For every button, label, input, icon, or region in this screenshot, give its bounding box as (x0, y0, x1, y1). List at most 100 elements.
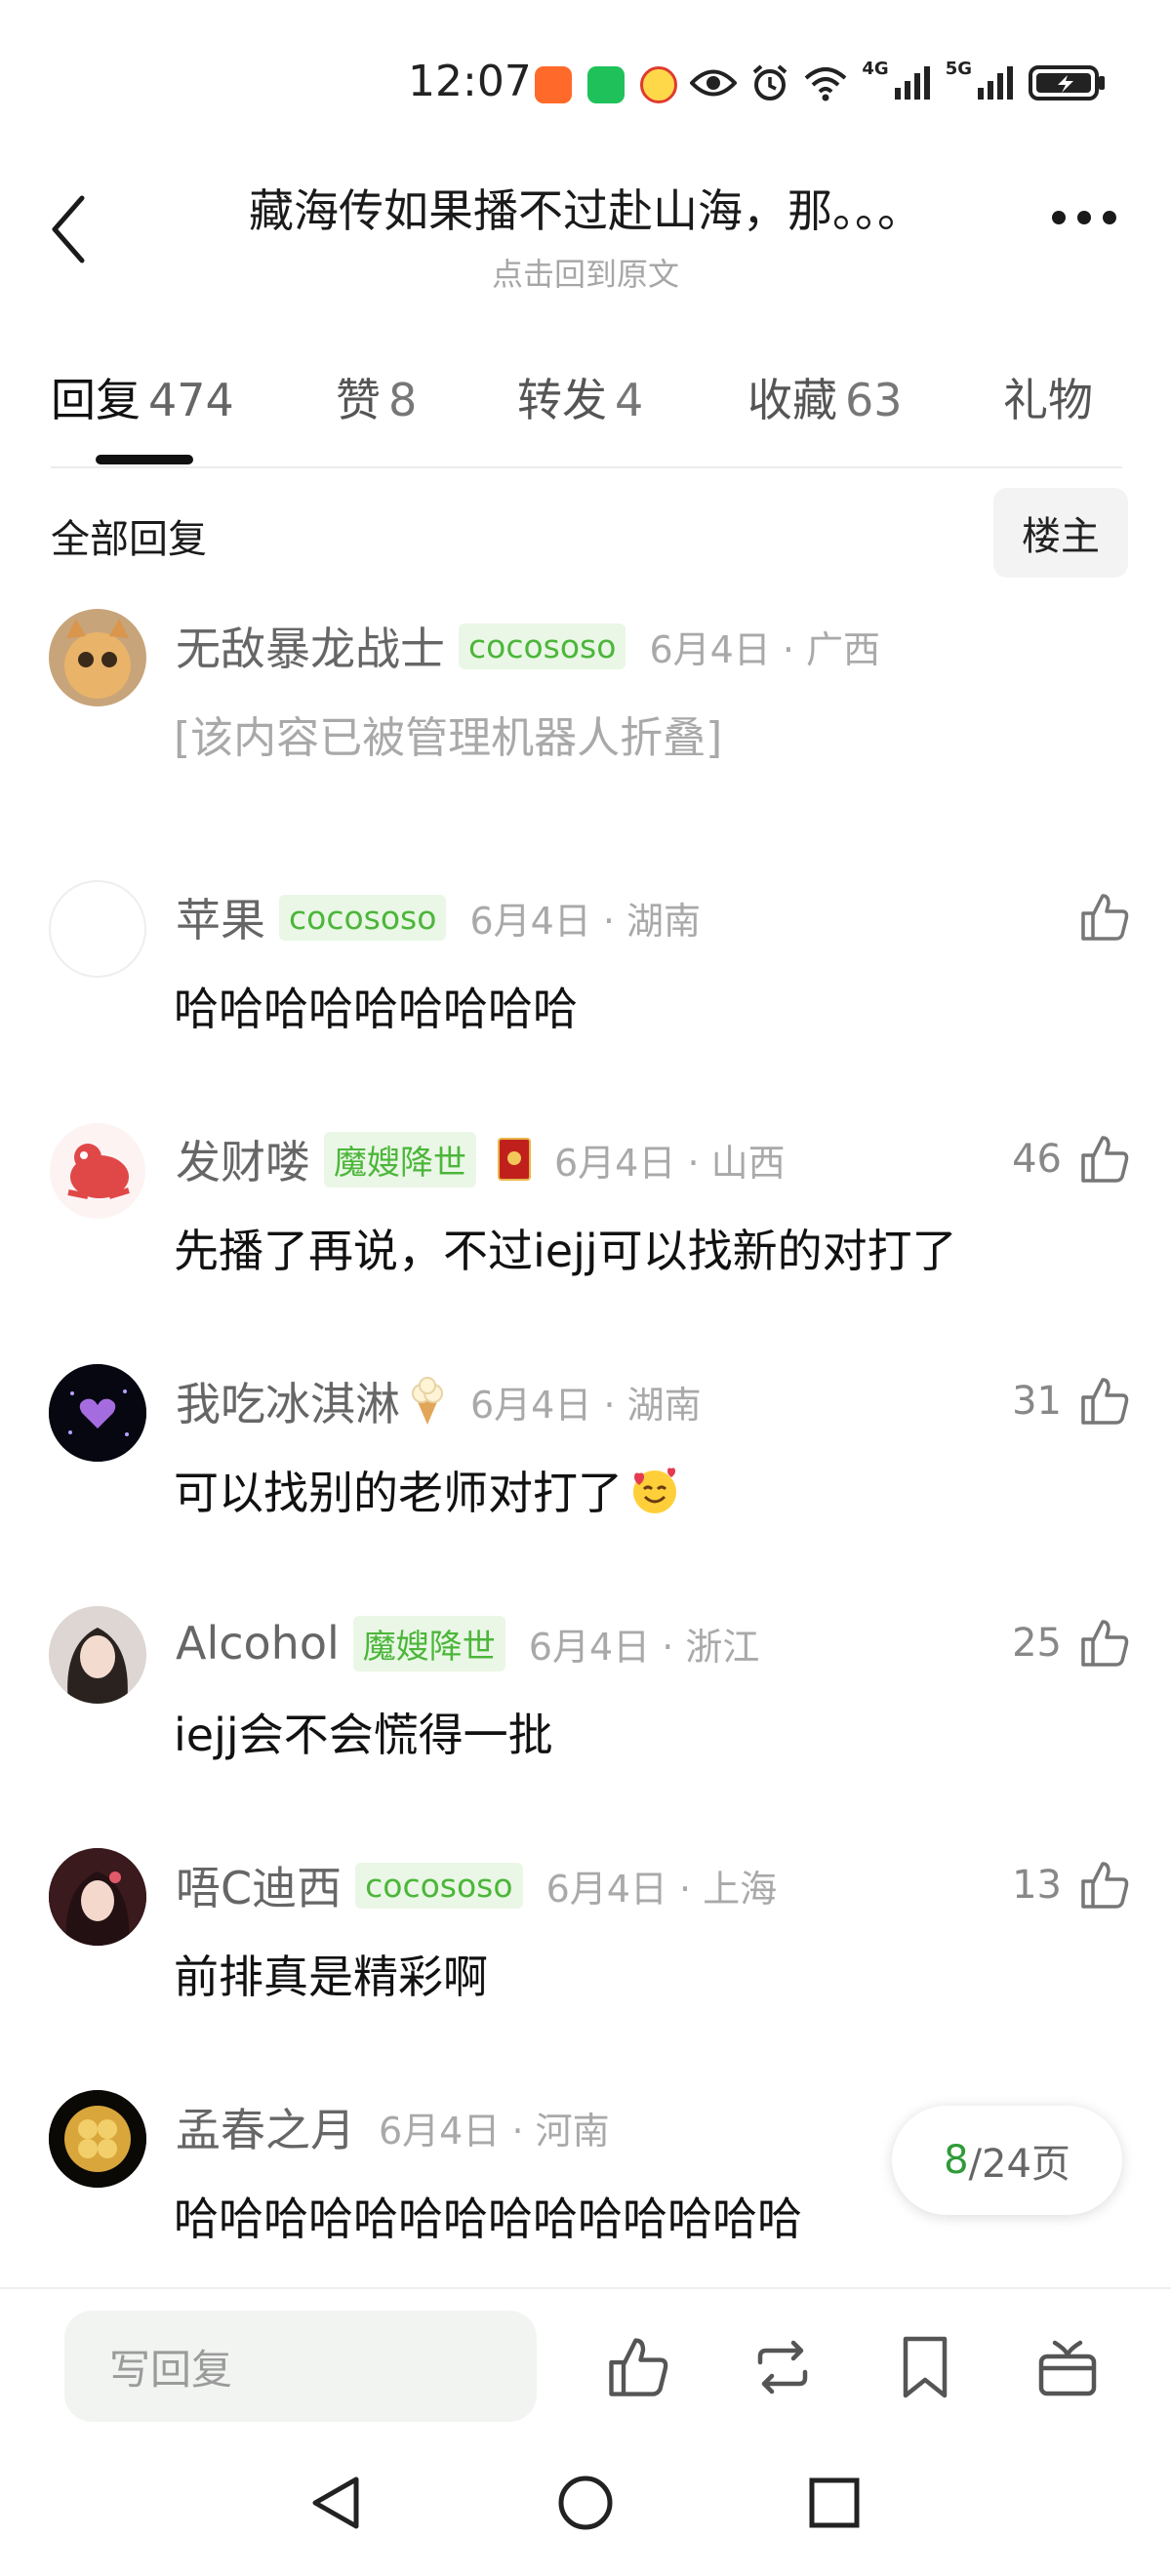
tab-label: 赞 (336, 374, 381, 426)
comment-content: 哈哈哈哈哈哈哈哈哈 (174, 983, 578, 1035)
tab-label: 收藏 (747, 374, 837, 426)
thumbs-up-icon (1081, 894, 1129, 941)
comment-meta: Alcohol 魔嫂降世 6月4日 · 浙江 (176, 1614, 759, 1672)
tab-replies[interactable]: 回复 474 (51, 365, 234, 429)
avatar[interactable] (49, 609, 146, 706)
tab-bar: 回复 474 赞8 转发 4 收藏 63 礼物 (51, 361, 1124, 468)
date-location: 6月4日 · 上海 (545, 1867, 778, 1911)
more-options-button[interactable] (1052, 211, 1116, 224)
like-count: 13 (1012, 1863, 1062, 1908)
avatar[interactable] (49, 1848, 146, 1946)
like-post-button[interactable] (599, 2328, 677, 2406)
eye-icon (690, 69, 738, 97)
username[interactable]: 我吃冰淇淋 (176, 1369, 400, 1433)
comment-meta: 无敌暴龙战士 cocososo 6月4日 · 广西 (176, 617, 880, 675)
tab-count: 474 (148, 374, 234, 426)
comment-date: 6月4日 (528, 1625, 651, 1669)
status-icons: 4G 5G (690, 59, 1107, 107)
username[interactable]: 发财喽 (176, 1127, 310, 1191)
alarm-icon (753, 64, 787, 101)
triangle-back-icon (312, 2476, 359, 2529)
avatar[interactable] (49, 2090, 146, 2188)
comment-item: 发财喽 魔嫂降世 6月4日 · 山西 46 先播了再说，不过iejj可以找新的对… (49, 1122, 1132, 1278)
current-page: 8 (944, 2138, 969, 2183)
bookmark-icon (903, 2336, 948, 2398)
comment-content: 前排真是精彩啊 (174, 1951, 488, 2003)
comment-item: Alcohol 魔嫂降世 6月4日 · 浙江 25 iejj会不会慌得一批 (49, 1606, 1132, 1762)
comment-location: 河南 (535, 2109, 610, 2153)
comment-date: 6月4日 (545, 1867, 667, 1911)
avatar[interactable] (49, 1606, 146, 1704)
date-location: 6月4日 · 湖南 (469, 899, 702, 943)
tab-gifts[interactable]: 礼物 (1003, 365, 1093, 429)
comment-location: 湖南 (626, 1383, 702, 1427)
system-nav-bar (0, 2430, 1171, 2576)
tab-count: 4 (615, 374, 644, 426)
date-location: 6月4日 · 山西 (554, 1141, 786, 1185)
all-replies-label: 全部回复 (51, 517, 207, 562)
avatar[interactable] (49, 880, 146, 978)
date-location: 6月4日 · 浙江 (528, 1625, 760, 1669)
total-pages: /24页 (968, 2142, 1070, 2187)
thumbs-up-icon (609, 2338, 668, 2396)
username[interactable]: 无敌暴龙战士 (176, 614, 445, 678)
fan-badge: 魔嫂降世 (352, 1615, 505, 1671)
avatar[interactable] (49, 1364, 146, 1462)
comment-meta: 发财喽 魔嫂降世 6月4日 · 山西 (176, 1130, 786, 1188)
like-button[interactable]: 31 (1012, 1374, 1132, 1429)
comment-text: 可以找别的老师对打了 (174, 1467, 623, 1519)
username[interactable]: 苹果 (176, 885, 265, 949)
wifi-icon (805, 67, 847, 101)
comment-content: 先播了再说，不过iejj可以找新的对打了 (174, 1225, 957, 1277)
comment-location: 广西 (806, 627, 881, 671)
like-button[interactable]: 46 (1012, 1132, 1132, 1187)
thumbs-up-icon (1081, 1620, 1129, 1667)
wechat-icon (587, 66, 625, 103)
comment-date: 6月4日 (469, 899, 591, 943)
comment-meta: 唔C迪西 cocososo 6月4日 · 上海 (176, 1856, 777, 1914)
like-count: 46 (1012, 1137, 1062, 1182)
comment-content: 可以找别的老师对打了 (174, 1458, 681, 1522)
fan-badge: 魔嫂降世 (324, 1131, 476, 1187)
reply-input[interactable]: 写回复 (64, 2311, 537, 2422)
filter-row: 全部回复 楼主 (51, 488, 1128, 585)
page-indicator[interactable]: 8/24页 (892, 2106, 1122, 2215)
active-tab-indicator (96, 455, 193, 464)
gift-button[interactable] (1029, 2328, 1107, 2406)
signal-5g-icon (978, 66, 1013, 100)
comment-content-folded[interactable]: [该内容已被管理机器人折叠] (174, 703, 722, 765)
back-button[interactable] (39, 185, 98, 273)
bottom-action-bar: 写回复 (0, 2287, 1171, 2424)
comment-content: iejj会不会慌得一批 (174, 1709, 553, 1761)
fan-badge: cocososo (355, 1862, 523, 1909)
owner-only-button[interactable]: 楼主 (993, 488, 1128, 578)
fan-badge: cocososo (459, 623, 626, 669)
back-to-original-link[interactable]: 点击回到原文 (156, 250, 1015, 295)
like-button[interactable]: 13 (1012, 1858, 1132, 1912)
username[interactable]: Alcohol (176, 1617, 340, 1670)
favorite-button[interactable] (886, 2328, 964, 2406)
gift-icon (1038, 2340, 1097, 2396)
title-area[interactable]: 藏海传如果播不过赴山海，那。。。 点击回到原文 (156, 176, 1015, 295)
comment-location: 湖南 (626, 899, 702, 943)
comment-item: 唔C迪西 cocososo 6月4日 · 上海 13 前排真是精彩啊 (49, 1848, 1132, 2004)
username[interactable]: 唔C迪西 (176, 1853, 342, 1917)
like-button[interactable] (1077, 890, 1132, 945)
circle-home-icon (558, 2475, 613, 2530)
like-button[interactable]: 25 (1012, 1616, 1132, 1670)
tab-label: 回复 (51, 374, 141, 426)
repost-button[interactable] (744, 2328, 822, 2406)
comment-location: 浙江 (685, 1625, 760, 1669)
tab-likes[interactable]: 赞8 (336, 365, 417, 429)
nav-back-button[interactable] (303, 2469, 371, 2537)
date-location: 6月4日 · 河南 (379, 2109, 610, 2153)
tab-reposts[interactable]: 转发 4 (517, 365, 643, 429)
username[interactable]: 孟春之月 (176, 2095, 355, 2159)
avatar[interactable] (49, 1122, 146, 1220)
comment-content: 哈哈哈哈哈哈哈哈哈哈哈哈哈哈 (174, 2193, 802, 2245)
tab-favorites[interactable]: 收藏 63 (747, 365, 903, 429)
weibo-icon (640, 66, 677, 103)
nav-home-button[interactable] (551, 2469, 620, 2537)
status-bar: 12:07 4G 5G (0, 0, 1171, 127)
nav-recents-button[interactable] (800, 2469, 868, 2537)
